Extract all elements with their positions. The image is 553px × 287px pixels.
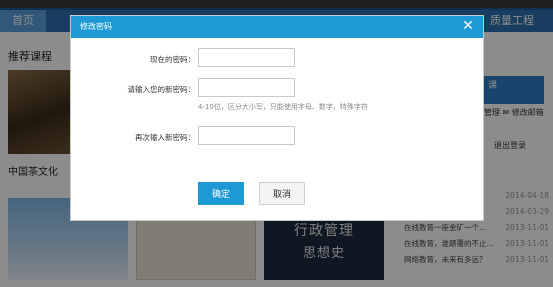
current-password-label: 现在的密码： <box>150 55 195 64</box>
new-password-hint: 4-10位，区分大小写，只能使用字母、数字、特殊字符 <box>198 103 368 111</box>
confirm-button[interactable]: 确定 <box>198 182 244 205</box>
close-icon[interactable]: ✕ <box>460 18 476 34</box>
new-password-input[interactable] <box>198 78 295 97</box>
dialog-header: 修改密码 ✕ <box>71 16 483 38</box>
change-password-dialog: 修改密码 ✕ 现在的密码： 请输入您的新密码： 4-10位，区分大小写，只能使用… <box>70 15 484 221</box>
current-password-input[interactable] <box>198 48 295 67</box>
cancel-button[interactable]: 取消 <box>259 182 305 205</box>
confirm-password-label: 再次输入新密码： <box>135 133 195 142</box>
new-password-label: 请输入您的新密码： <box>127 85 196 94</box>
dialog-title: 修改密码 <box>80 22 112 31</box>
confirm-password-input[interactable] <box>198 126 295 145</box>
